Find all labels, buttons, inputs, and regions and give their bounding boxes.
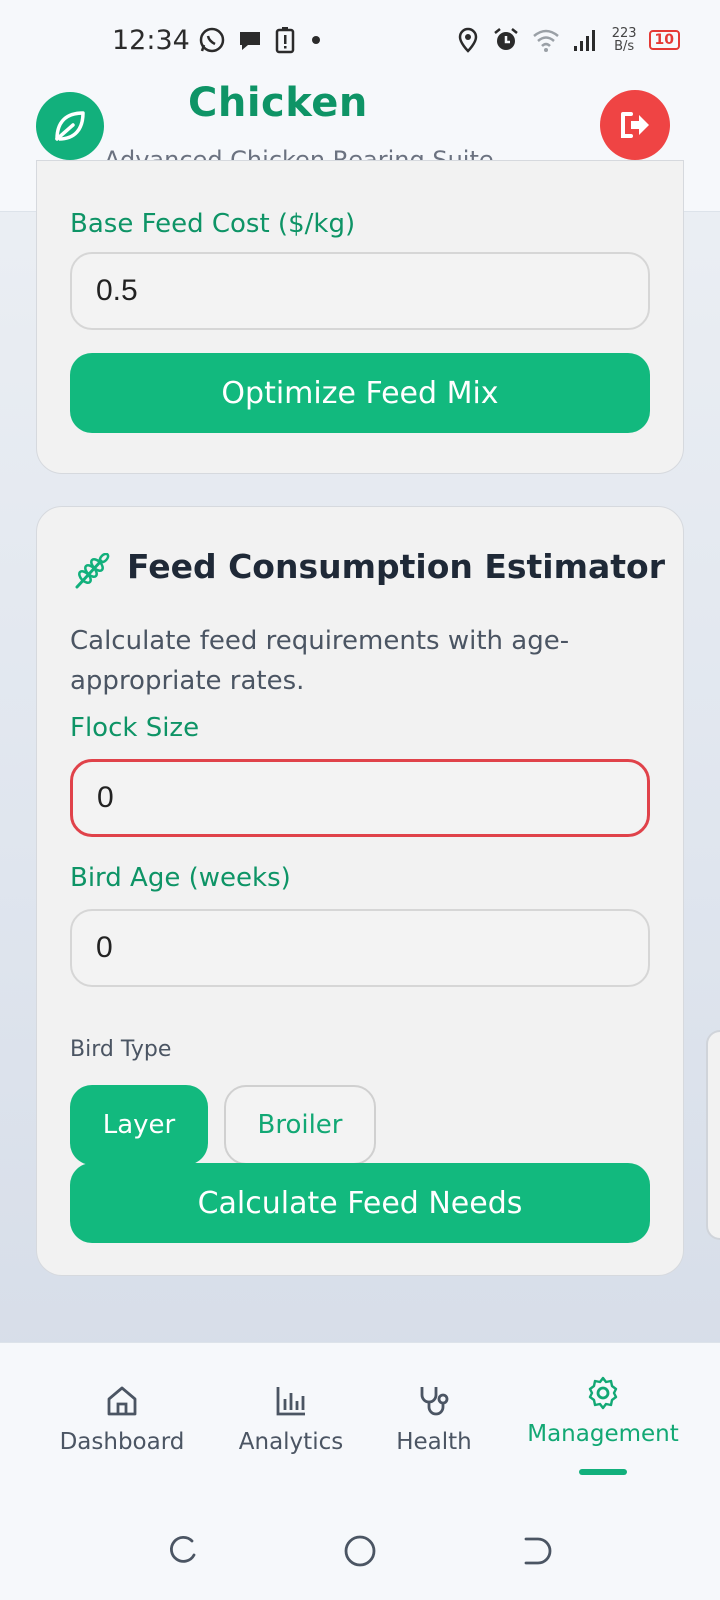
- bird-type-broiler-button[interactable]: Broiler: [224, 1085, 376, 1165]
- status-time: 12:34: [112, 24, 190, 56]
- bottom-navigation: Dashboard Analytics Health Management: [0, 1342, 720, 1504]
- system-icons: 223 B/s 10: [456, 26, 680, 54]
- back-button[interactable]: [516, 1532, 556, 1572]
- nav-analytics[interactable]: Analytics: [226, 1343, 356, 1505]
- signal-icon: [573, 30, 595, 51]
- card-description: Calculate feed requirements with age-app…: [70, 626, 570, 696]
- nav-analytics-label: Analytics: [238, 1429, 344, 1455]
- nav-dashboard[interactable]: Dashboard: [52, 1343, 192, 1505]
- chat-icon: [239, 32, 260, 50]
- leaf-icon: [55, 111, 85, 141]
- net-speed-unit: B/s: [614, 39, 635, 54]
- feed-estimator-card: Feed Consumption Estimator Calculate fee…: [36, 506, 684, 1276]
- optimize-feed-mix-button[interactable]: Optimize Feed Mix: [70, 353, 650, 433]
- nav-health[interactable]: Health: [382, 1343, 486, 1505]
- feed-mix-card: Base Feed Cost ($/kg) Optimize Feed Mix: [36, 160, 684, 474]
- nav-management[interactable]: Management: [510, 1343, 696, 1505]
- calculate-feed-needs-button[interactable]: Calculate Feed Needs: [70, 1163, 650, 1243]
- alarm-icon: [493, 28, 518, 50]
- active-tab-indicator: [579, 1469, 627, 1475]
- bird-type-label: Bird Type: [70, 1037, 172, 1062]
- bird-type-layer-button[interactable]: Layer: [70, 1085, 208, 1165]
- bar-chart-icon: [276, 1387, 305, 1416]
- dot-icon: [311, 36, 320, 44]
- bird-age-input[interactable]: [70, 909, 650, 987]
- flock-size-label: Flock Size: [70, 713, 200, 743]
- network-speed: 223 B/s: [612, 27, 637, 53]
- location-icon: [458, 27, 477, 53]
- whatsapp-icon: [199, 27, 225, 53]
- side-panel-handle[interactable]: [706, 1030, 720, 1240]
- app-title: Chicken: [188, 80, 368, 126]
- home-button[interactable]: [340, 1532, 380, 1572]
- flock-size-input[interactable]: [70, 759, 650, 837]
- status-bar: 12:34 223 B/s 10: [0, 0, 720, 80]
- back-icon: [524, 1537, 552, 1564]
- base-feed-cost-input[interactable]: [70, 252, 650, 330]
- card-title: Feed Consumption Estimator: [127, 547, 665, 586]
- nav-health-label: Health: [396, 1429, 472, 1455]
- recent-apps-button[interactable]: [164, 1532, 204, 1572]
- home-icon: [107, 1386, 137, 1416]
- logout-button[interactable]: [600, 90, 670, 160]
- home-circle-icon: [344, 1535, 376, 1566]
- base-feed-cost-label: Base Feed Cost ($/kg): [70, 209, 356, 239]
- notification-icons: [198, 26, 326, 54]
- stethoscope-icon: [420, 1387, 449, 1416]
- wheat-icon: [75, 553, 110, 589]
- gear-icon: [588, 1376, 618, 1410]
- logout-icon: [621, 112, 649, 138]
- battery-alert-icon: [275, 27, 295, 54]
- battery-level: 10: [648, 30, 680, 50]
- recent-apps-icon: [170, 1535, 196, 1563]
- nav-management-label: Management: [527, 1421, 679, 1447]
- bird-age-label: Bird Age (weeks): [70, 863, 291, 893]
- wifi-icon: [532, 29, 559, 52]
- system-navigation-bar: [0, 1504, 720, 1600]
- nav-dashboard-label: Dashboard: [59, 1429, 185, 1455]
- app-logo: [36, 92, 104, 160]
